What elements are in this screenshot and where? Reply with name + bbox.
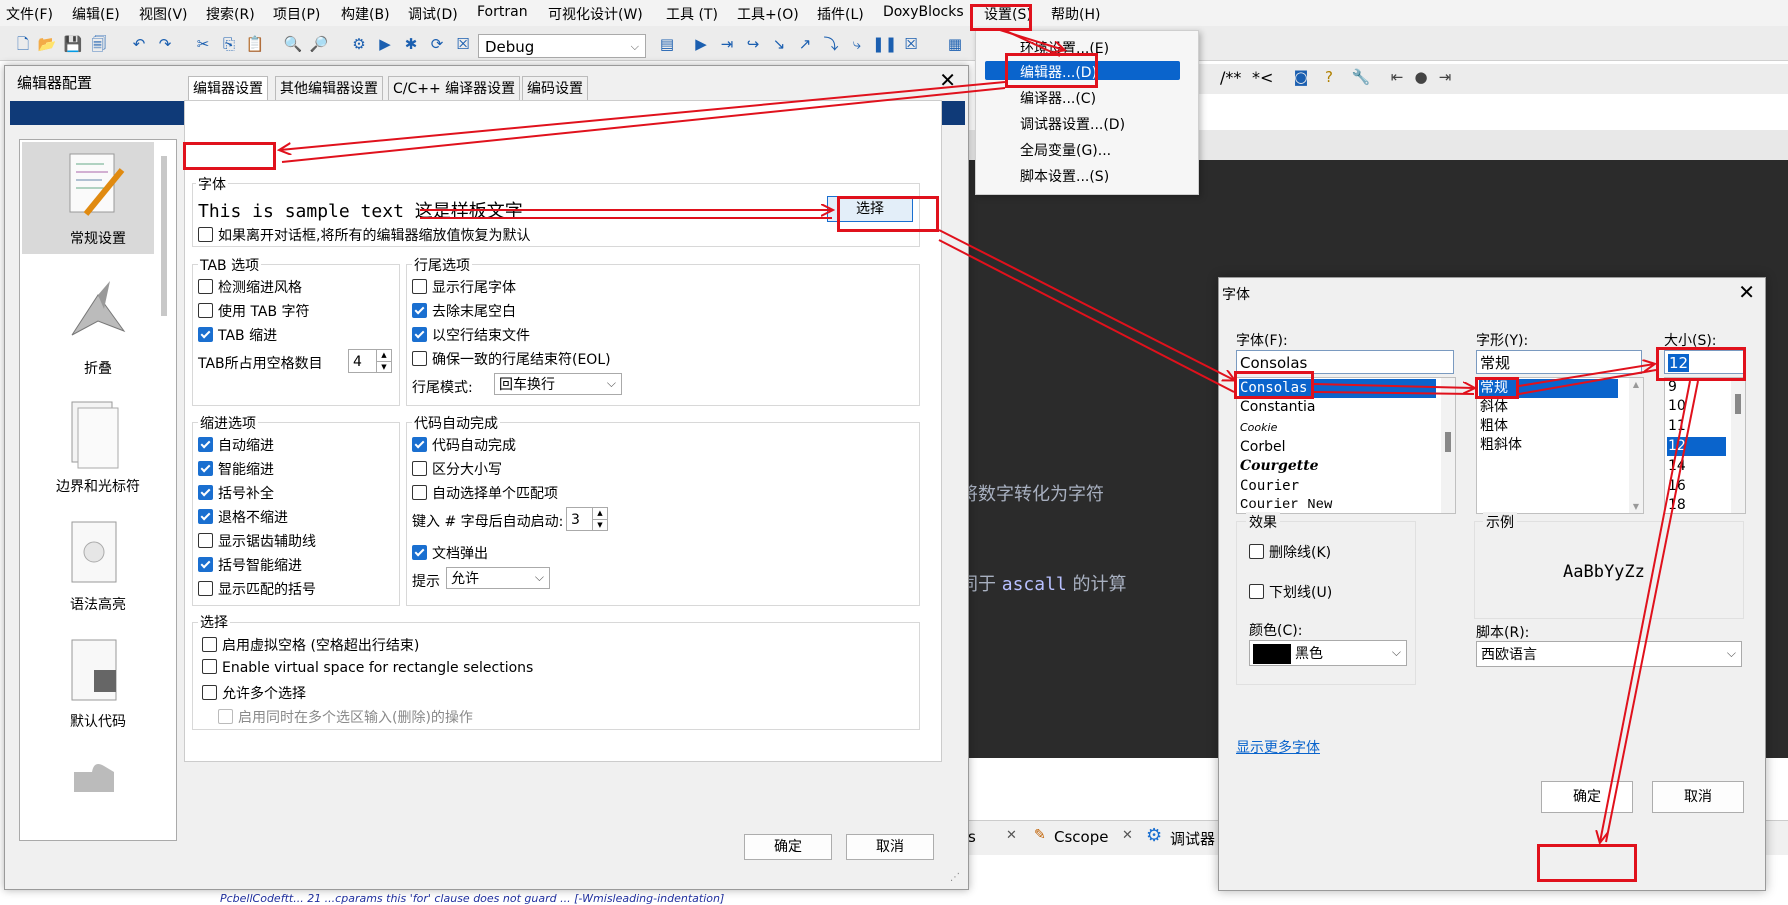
annotation-arrows <box>0 29 1699 900</box>
